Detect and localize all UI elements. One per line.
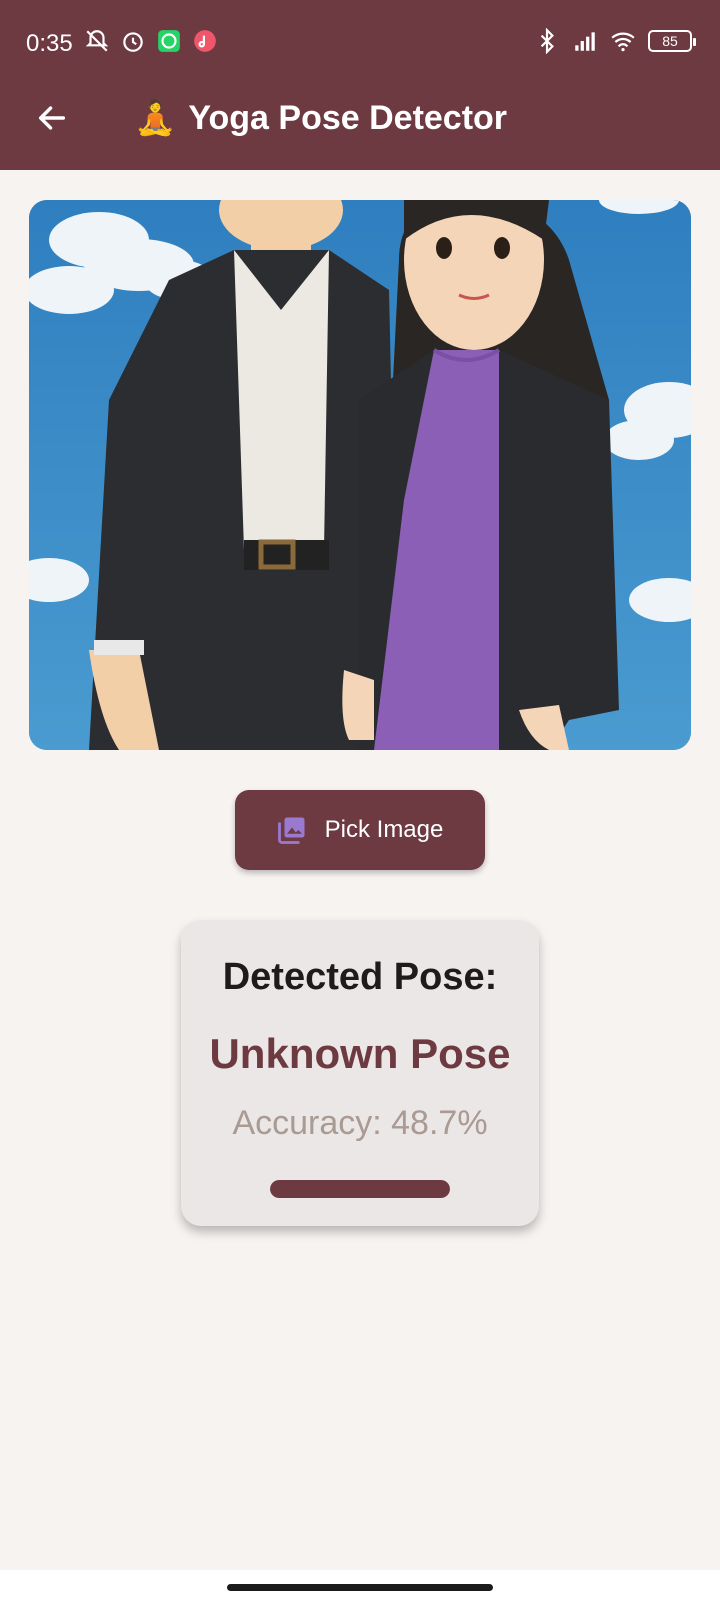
status-left-icons — [84, 28, 218, 54]
bluetooth-icon — [540, 28, 554, 54]
result-card: Detected Pose: Unknown Pose Accuracy: 48… — [181, 920, 539, 1226]
arrow-back-icon — [38, 106, 66, 130]
battery-icon: 85 — [648, 30, 696, 52]
photo-library-icon — [277, 817, 305, 844]
detected-pose-value: Unknown Pose — [209, 1030, 511, 1077]
selected-image-preview — [29, 200, 691, 750]
app-bar: 0:35 85 🧘 Yoga Pose Detector — [0, 0, 720, 170]
status-right-icons: 85 — [534, 28, 696, 54]
page-title: Yoga Pose Detector — [188, 99, 508, 137]
wifi-icon — [611, 32, 635, 52]
yoga-emoji-icon: 🧘 — [134, 99, 177, 137]
alarm-icon — [123, 32, 143, 52]
bell-off-icon — [85, 30, 109, 52]
app-title: 🧘 Yoga Pose Detector — [134, 98, 507, 138]
pick-image-label: Pick Image — [324, 816, 444, 843]
pick-image-button[interactable]: Pick Image — [235, 790, 485, 870]
detected-pose-heading: Detected Pose: — [222, 956, 498, 998]
accuracy-progress-fill — [270, 1180, 450, 1198]
status-bar: 0:35 85 — [0, 0, 720, 88]
music-app-icon — [194, 30, 216, 52]
accuracy-text: Accuracy: 48.7% — [232, 1104, 488, 1142]
signal-icon — [575, 32, 595, 51]
home-indicator[interactable] — [227, 1584, 493, 1591]
accuracy-progress-bar — [270, 1180, 450, 1198]
whatsapp-icon — [158, 30, 180, 52]
back-button[interactable] — [30, 96, 74, 140]
illustration-image — [29, 200, 691, 750]
status-time: 0:35 — [26, 30, 73, 57]
